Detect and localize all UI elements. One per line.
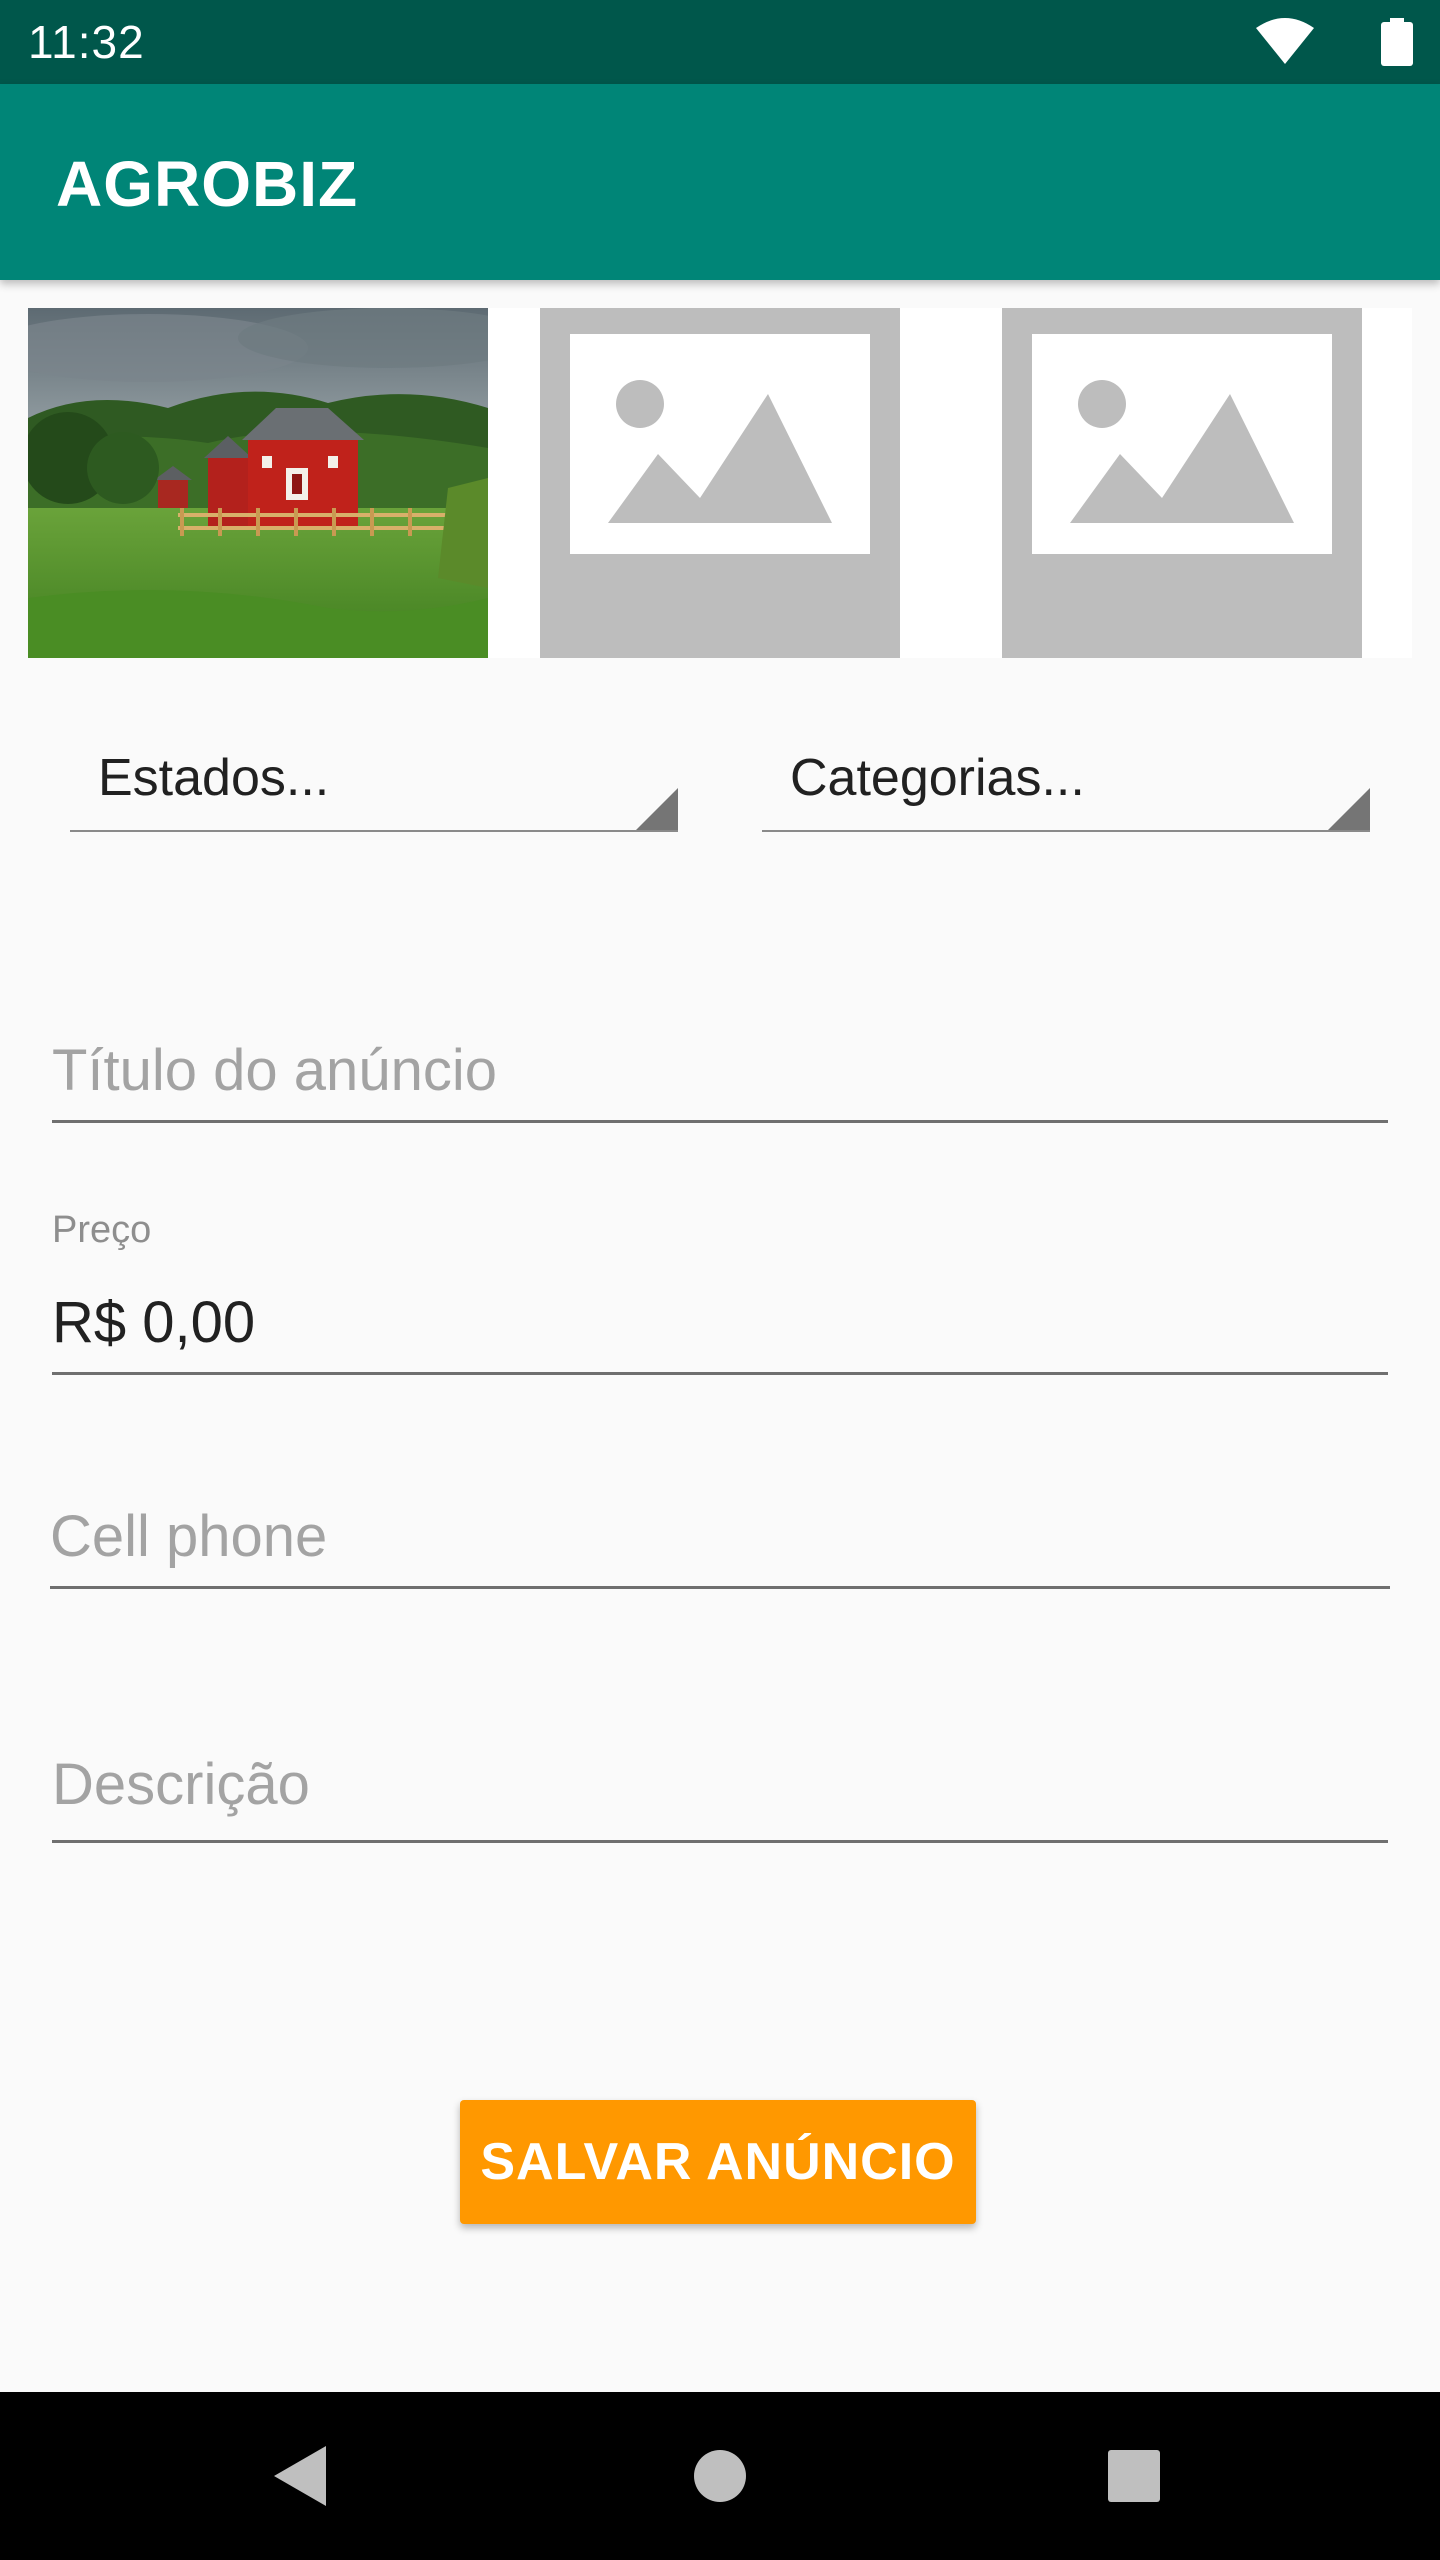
back-icon[interactable] — [260, 2436, 340, 2516]
wifi-icon — [1256, 18, 1314, 64]
app-title: AGROBIZ — [56, 148, 359, 220]
battery-icon — [1381, 18, 1413, 66]
categorias-spinner-label: Categorias... — [790, 749, 1085, 807]
titulo-field[interactable]: Título do anúncio — [52, 1024, 1388, 1123]
image-placeholder-icon — [1032, 334, 1332, 554]
dropdown-arrow-icon — [636, 788, 678, 830]
barn-photo[interactable] — [28, 308, 488, 658]
recents-icon[interactable] — [1094, 2436, 1174, 2516]
titulo-placeholder: Título do anúncio — [52, 1038, 497, 1103]
status-bar: 11:32 — [0, 0, 1440, 84]
status-time: 11:32 — [28, 16, 145, 68]
cell-phone-placeholder: Cell phone — [50, 1504, 328, 1569]
estados-spinner[interactable]: Estados... — [70, 730, 678, 832]
preco-value: R$ 0,00 — [52, 1290, 256, 1355]
image-placeholder-icon — [570, 334, 870, 554]
preco-label: Preço — [52, 1209, 152, 1251]
cell-phone-field[interactable]: Cell phone — [50, 1500, 1390, 1589]
image-placeholder[interactable] — [540, 308, 900, 658]
home-icon[interactable] — [680, 2436, 760, 2516]
descricao-field[interactable]: Descrição — [52, 1748, 1388, 1843]
navigation-bar — [0, 2392, 1440, 2560]
image-placeholder[interactable] — [1002, 308, 1362, 658]
descricao-placeholder: Descrição — [52, 1752, 310, 1817]
categorias-spinner[interactable]: Categorias... — [762, 730, 1370, 832]
app-bar: AGROBIZ — [0, 84, 1440, 280]
preco-field[interactable]: Preço R$ 0,00 — [52, 1202, 1388, 1375]
image-strip — [28, 308, 1412, 658]
estados-spinner-label: Estados... — [98, 749, 330, 807]
dropdown-arrow-icon — [1328, 788, 1370, 830]
save-ad-button[interactable]: SALVAR ANÚNCIO — [460, 2100, 976, 2224]
